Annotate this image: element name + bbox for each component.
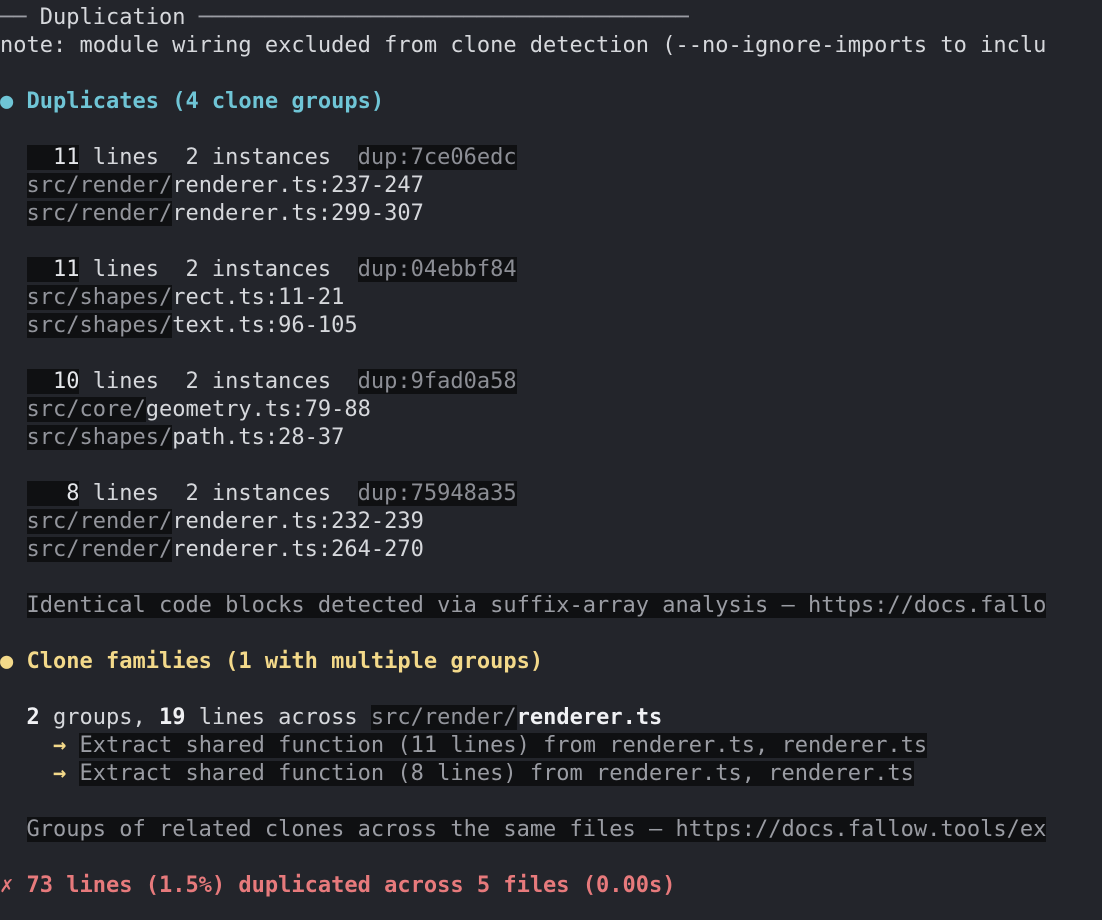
section-rule-left: ── bbox=[0, 5, 40, 30]
cross-icon: ✗ bbox=[0, 873, 14, 898]
note-line: note: module wiring excluded from clone … bbox=[0, 33, 1047, 58]
instance-file: text.ts:96-105 bbox=[172, 313, 358, 338]
families-title: Clone families (1 with multiple groups) bbox=[26, 649, 544, 674]
bullet-icon: ● bbox=[0, 649, 14, 674]
suggestion-text: Extract shared function (11 lines) from … bbox=[79, 733, 928, 758]
instance-file: path.ts:28-37 bbox=[172, 425, 345, 450]
family-suggestion: → Extract shared function (8 lines) from… bbox=[0, 760, 1102, 788]
clone-group-header: 11 lines 2 instances dup:04ebbf84 bbox=[0, 256, 1102, 284]
clone-instance: src/render/renderer.ts:264-270 bbox=[0, 536, 1102, 564]
families-heading: ● Clone families (1 with multiple groups… bbox=[0, 648, 1102, 676]
section-header: ── Duplication ─────────────────────────… bbox=[0, 4, 1102, 32]
instance-dir: src/shapes/ bbox=[26, 313, 173, 338]
instance-file: rect.ts:11-21 bbox=[172, 285, 345, 310]
clone-instance: src/shapes/rect.ts:11-21 bbox=[0, 284, 1102, 312]
family-groups-text: groups, bbox=[39, 705, 159, 730]
clone-instance: src/core/geometry.ts:79-88 bbox=[0, 396, 1102, 424]
group-hash: dup:9fad0a58 bbox=[357, 369, 517, 394]
terminal-output: ── Duplication ─────────────────────────… bbox=[0, 4, 1102, 900]
group-hash: dup:04ebbf84 bbox=[357, 257, 517, 282]
family-dir: src/render/ bbox=[370, 705, 517, 730]
summary-text: 73 lines (1.5%) duplicated across 5 file… bbox=[26, 873, 676, 898]
instance-file: renderer.ts:232-239 bbox=[172, 509, 424, 534]
family-suggestion: → Extract shared function (11 lines) fro… bbox=[0, 732, 1102, 760]
suggestion-text: Extract shared function (8 lines) from r… bbox=[79, 761, 914, 786]
instance-dir: src/core/ bbox=[26, 397, 146, 422]
clone-instance: src/render/renderer.ts:299-307 bbox=[0, 200, 1102, 228]
instance-dir: src/render/ bbox=[26, 201, 173, 226]
family-lines-text: lines across bbox=[185, 705, 371, 730]
group-meta: lines 2 instances bbox=[79, 145, 358, 170]
instance-file: geometry.ts:79-88 bbox=[145, 397, 371, 422]
duplicates-heading: ● Duplicates (4 clone groups) bbox=[0, 88, 1102, 116]
summary-footer: ✗ 73 lines (1.5%) duplicated across 5 fi… bbox=[0, 872, 1102, 900]
instance-dir: src/render/ bbox=[26, 509, 173, 534]
group-line-count: 11 bbox=[26, 145, 80, 170]
instance-file: renderer.ts:299-307 bbox=[172, 201, 424, 226]
instance-file: renderer.ts:264-270 bbox=[172, 537, 424, 562]
clone-instance: src/render/renderer.ts:237-247 bbox=[0, 172, 1102, 200]
section-rule-right: ───────────────────────────────────── bbox=[185, 5, 689, 30]
duplicates-title: Duplicates (4 clone groups) bbox=[26, 89, 385, 114]
group-meta: lines 2 instances bbox=[79, 257, 358, 282]
family-groups-count: 2 bbox=[26, 705, 40, 730]
clone-group-header: 10 lines 2 instances dup:9fad0a58 bbox=[0, 368, 1102, 396]
group-meta: lines 2 instances bbox=[79, 369, 358, 394]
family-lines-count: 19 bbox=[158, 705, 186, 730]
group-line-count: 8 bbox=[26, 481, 80, 506]
clone-instance: src/shapes/text.ts:96-105 bbox=[0, 312, 1102, 340]
instance-dir: src/render/ bbox=[26, 173, 173, 198]
clone-group-header: 11 lines 2 instances dup:7ce06edc bbox=[0, 144, 1102, 172]
group-hash: dup:75948a35 bbox=[357, 481, 517, 506]
instance-dir: src/render/ bbox=[26, 537, 173, 562]
clone-instance: src/shapes/path.ts:28-37 bbox=[0, 424, 1102, 452]
section-title: Duplication bbox=[39, 5, 186, 30]
arrow-right-icon: → bbox=[52, 761, 67, 786]
duplicates-hint: Identical code blocks detected via suffi… bbox=[0, 592, 1102, 620]
clone-group-header: 8 lines 2 instances dup:75948a35 bbox=[0, 480, 1102, 508]
instance-file: renderer.ts:237-247 bbox=[172, 173, 424, 198]
duplicates-hint-text: Identical code blocks detected via suffi… bbox=[26, 593, 1047, 618]
group-hash: dup:7ce06edc bbox=[357, 145, 517, 170]
families-hint: Groups of related clones across the same… bbox=[0, 816, 1102, 844]
group-line-count: 11 bbox=[26, 257, 80, 282]
group-meta: lines 2 instances bbox=[79, 481, 358, 506]
clone-instance: src/render/renderer.ts:232-239 bbox=[0, 508, 1102, 536]
bullet-icon: ● bbox=[0, 89, 14, 114]
arrow-right-icon: → bbox=[52, 733, 67, 758]
instance-dir: src/shapes/ bbox=[26, 285, 173, 310]
instance-dir: src/shapes/ bbox=[26, 425, 173, 450]
family-file: renderer.ts bbox=[516, 705, 663, 730]
families-hint-text: Groups of related clones across the same… bbox=[26, 817, 1047, 842]
family-summary: 2 groups, 19 lines across src/render/ren… bbox=[0, 704, 1102, 732]
group-line-count: 10 bbox=[26, 369, 80, 394]
